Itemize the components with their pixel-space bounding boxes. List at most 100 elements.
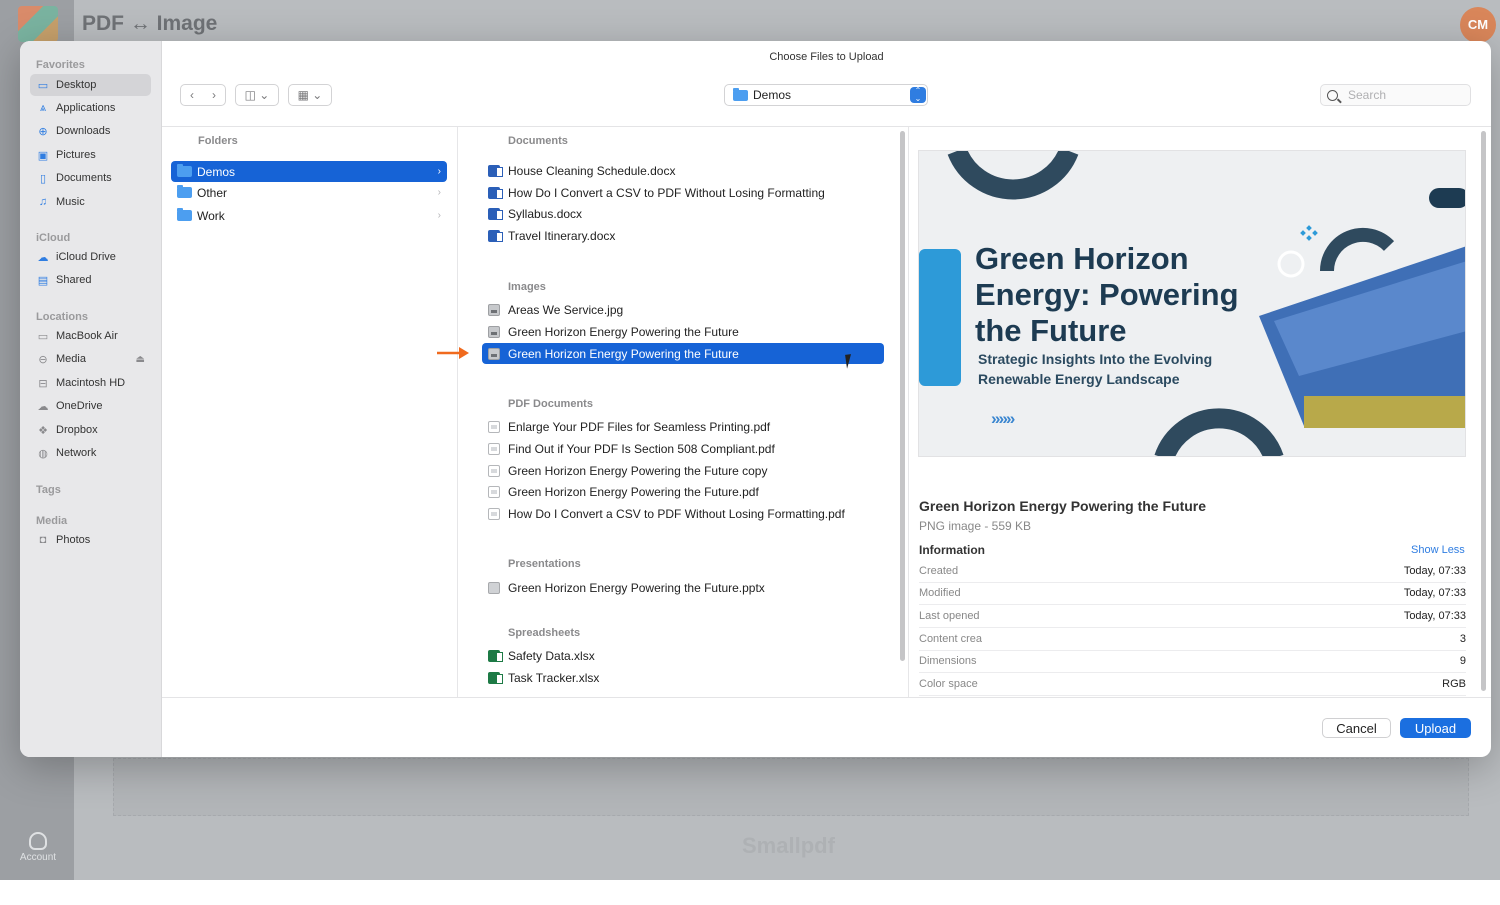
info-row: Last opened Today, 07:33 [919,606,1466,628]
pdf-heading: PDF Documents [508,398,593,410]
file-row[interactable]: Travel Itinerary.docx [482,225,884,246]
camera-icon: ◘ [39,534,47,546]
view-mode-button[interactable]: ◫ ⌄ [235,84,279,106]
sidebar-item-shared[interactable]: ▤ Shared [30,269,151,291]
folder-other[interactable]: Other › [171,182,447,203]
path-dropdown[interactable]: Demos ⌃ ⌄ [724,84,928,106]
pdf-file-icon [488,442,500,455]
cloud-icon: ☁ [37,251,49,264]
tags-heading: Tags [36,484,61,496]
file-row[interactable]: Find Out if Your PDF Is Section 508 Comp… [482,438,884,459]
word-doc-icon [488,229,503,242]
presentations-heading: Presentations [508,558,581,570]
group-button[interactable]: ▦ ⌄ [288,84,332,106]
file-row[interactable]: Green Horizon Energy Powering the Future… [482,481,884,502]
sidebar-item-photos[interactable]: ◘ Photos [30,529,151,551]
sidebar-item-documents[interactable]: ▯ Documents [30,167,151,189]
chevron-right-icon: › [437,166,441,177]
sidebar-item-downloads[interactable]: ⊕ Downloads [30,120,151,142]
upload-button[interactable]: Upload [1400,718,1471,738]
hard-drive-icon: ⊟ [38,377,48,390]
file-row[interactable]: Task Tracker.xlsx [482,667,884,688]
file-row-selected[interactable]: Green Horizon Energy Powering the Future [482,343,884,364]
applications-icon: ⩓ [39,101,47,114]
back-icon[interactable]: ‹ [181,88,203,102]
dialog-sidebar: Favorites ▭ Desktop ⩓ Applications ⊕ Downlo… [20,41,162,757]
column-divider[interactable] [908,127,909,697]
file-name: Green Horizon Energy Powering the Future [919,498,1207,514]
image-file-icon [488,347,500,360]
dialog-title: Choose Files to Upload [769,51,884,63]
files-scrollbar[interactable] [900,131,905,661]
file-row[interactable]: Syllabus.docx [482,203,884,224]
user-icon [29,832,47,850]
file-row[interactable]: Green Horizon Energy Powering the Future… [482,460,884,481]
sidebar-item-icloud-drive[interactable]: ☁ iCloud Drive [30,246,151,268]
sidebar-item-desktop[interactable]: ▭ Desktop [30,74,151,96]
image-preview: Green Horizon Energy: Powering the Futur… [918,150,1466,457]
music-icon: ♫ [38,196,48,208]
pictures-icon: ▣ [37,149,49,162]
file-row[interactable]: Green Horizon Energy Powering the Future [482,321,884,342]
download-icon: ⊕ [38,125,48,138]
dropbox-icon: ❖ [38,424,48,437]
eject-icon[interactable]: ⏏ [136,354,145,365]
file-row[interactable]: How Do I Convert a CSV to PDF Without Lo… [482,503,884,524]
show-less-link[interactable]: Show Less [1411,544,1465,556]
column-divider[interactable] [457,127,458,697]
laptop-icon: ▭ [37,330,49,343]
sidebar-item-network[interactable]: ◍ Network [30,442,151,464]
folder-demos[interactable]: Demos › [171,161,447,182]
sidebar-item-music[interactable]: ♫ Music [30,191,151,213]
media-heading: Media [36,515,68,527]
sidebar-item-macbook-air[interactable]: ▭ MacBook Air [30,325,151,347]
drop-zone[interactable] [113,758,1469,816]
folders-heading: Folders [198,135,238,147]
path-label: Demos [753,88,792,102]
avatar[interactable]: CM [1460,7,1496,43]
preview-title: Green Horizon Energy: Powering the Futur… [975,241,1239,348]
word-doc-icon [488,186,503,199]
information-heading: Information [919,543,985,557]
file-row[interactable]: Safety Data.xlsx [482,645,884,666]
info-row: Color space RGB [919,674,1466,696]
sidebar-item-onedrive[interactable]: ☁ OneDrive [30,395,151,417]
grid-icon: ▦ ⌄ [297,88,323,102]
file-row[interactable]: Areas We Service.jpg [482,299,884,320]
forward-icon[interactable]: › [203,88,225,102]
drive-icon: ⊖ [38,353,48,366]
footer-divider [162,697,1491,698]
excel-file-icon [488,649,503,662]
updown-icon: ⌃ ⌄ [910,87,926,103]
app-title: PDF ↔ Image [82,12,218,35]
preview-scrollbar[interactable] [1481,131,1486,691]
sidebar-item-macintosh-hd[interactable]: ⊟ Macintosh HD [30,372,151,394]
file-row[interactable]: House Cleaning Schedule.docx [482,160,884,181]
account-button[interactable]: Account [14,832,62,863]
search-field[interactable]: Search [1320,84,1471,106]
locations-heading: Locations [36,311,88,323]
file-row[interactable]: Enlarge Your PDF Files for Seamless Prin… [482,416,884,437]
sidebar-item-applications[interactable]: ⩓ Applications [30,97,151,119]
info-row: Content crea 3 [919,629,1466,651]
search-icon [1327,89,1338,101]
sidebar-item-dropbox[interactable]: ❖ Dropbox [30,419,151,441]
chevron-right-icon: › [437,187,441,198]
excel-file-icon [488,671,503,684]
sidebar-item-media[interactable]: ⊖ Media ⏏ [30,348,151,370]
word-doc-icon [488,207,503,220]
globe-icon: ◍ [38,447,48,460]
file-row[interactable]: How Do I Convert a CSV to PDF Without Lo… [482,182,884,203]
folder-work[interactable]: Work › [171,205,447,226]
shared-folder-icon: ▤ [37,274,49,287]
sidebar-item-pictures[interactable]: ▣ Pictures [30,144,151,166]
favorites-heading: Favorites [36,59,85,71]
toolbar-divider [162,126,1491,127]
cancel-button[interactable]: Cancel [1322,718,1391,738]
info-row: Modified Today, 07:33 [919,583,1466,605]
spreadsheets-heading: Spreadsheets [508,627,581,639]
image-file-icon [488,325,500,338]
account-label: Account [19,852,57,863]
file-row[interactable]: Green Horizon Energy Powering the Future… [482,577,884,598]
preview-chevrons: »»» [991,409,1015,428]
